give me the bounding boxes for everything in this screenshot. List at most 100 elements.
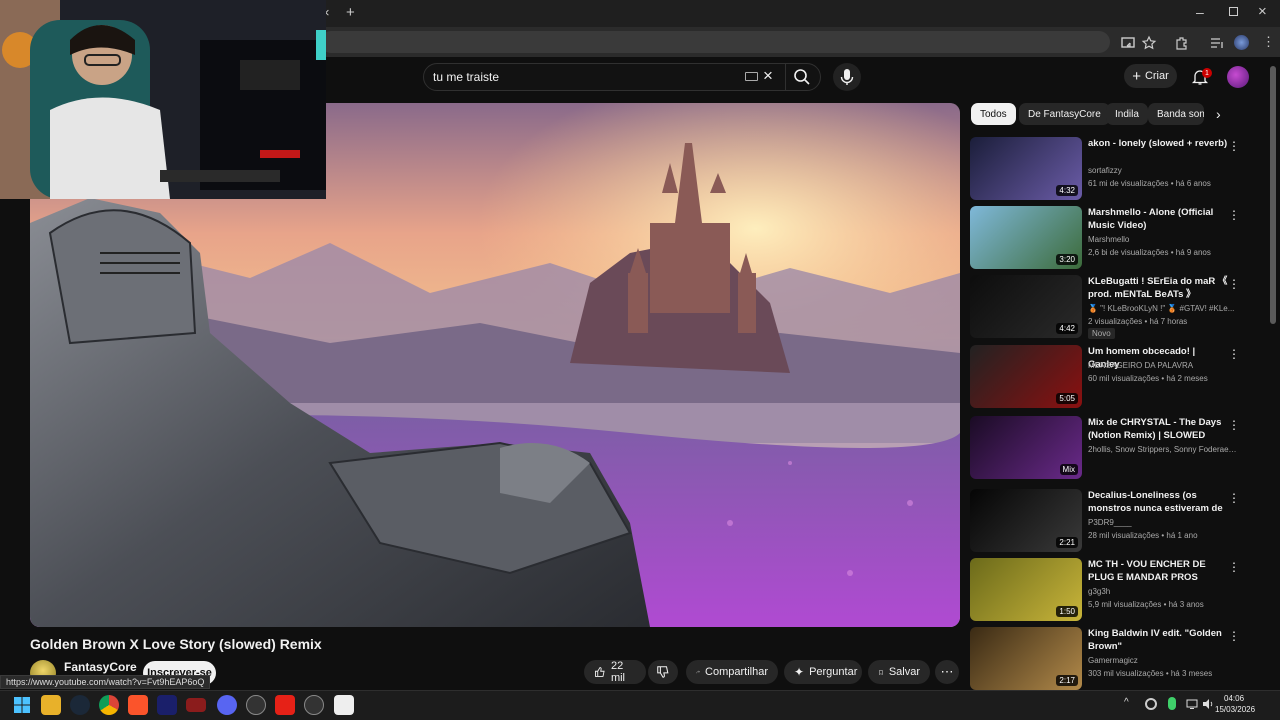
clock-date[interactable]: 15/03/2026 (1215, 705, 1255, 714)
steam-icon[interactable] (70, 695, 90, 715)
clock-time[interactable]: 04:06 (1224, 694, 1244, 703)
more-options-icon[interactable]: ⋮ (1228, 277, 1240, 291)
recommendation-title[interactable]: Decalius-Loneliness (os monstros nunca e… (1088, 489, 1228, 515)
sparkle-icon: ✦ (794, 665, 805, 679)
recommendation-channel[interactable]: Marshmello (1088, 234, 1238, 246)
recommendation-thumbnail[interactable]: 1:50 (970, 558, 1082, 621)
more-options-icon[interactable]: ⋮ (1228, 491, 1240, 505)
chevron-right-icon[interactable]: › (1216, 106, 1221, 122)
duration-badge: 1:50 (1056, 606, 1078, 617)
channel-name[interactable]: FantasyCore (64, 660, 137, 674)
like-button[interactable]: 22 mil (584, 660, 646, 684)
reading-list-icon[interactable] (1209, 35, 1225, 51)
app-r-icon[interactable] (157, 695, 177, 715)
recommendation-item[interactable]: Mix Mix de CHRYSTAL - The Days (Notion Re… (970, 416, 1245, 480)
save-button[interactable]: Salvar (868, 660, 930, 684)
recommendation-title[interactable]: MC TH - VOU ENCHER DE PLUG E MANDAR PROS… (1088, 558, 1228, 584)
recommendation-thumbnail[interactable]: 3:20 (970, 206, 1082, 269)
more-options-icon[interactable]: ⋮ (1228, 629, 1240, 643)
profile-avatar-icon[interactable] (1234, 35, 1249, 50)
ask-label: Perguntar (809, 666, 858, 678)
notion-icon[interactable] (334, 695, 354, 715)
recommendation-thumbnail[interactable]: 2:21 (970, 489, 1082, 552)
more-options-icon[interactable]: ⋮ (1228, 139, 1240, 153)
recommendation-item[interactable]: 4:42 KLeBugatti ! SErEia do maR 《 prod. m… (970, 275, 1245, 339)
recommendation-channel[interactable]: 🥉 "! KLeBrooKLyN !" 🥉 #GTAV! #KLe... (1088, 303, 1238, 315)
bookmark-icon (879, 669, 883, 675)
network-icon[interactable] (1186, 698, 1198, 710)
windows-start-icon[interactable] (12, 695, 32, 715)
volume-icon[interactable] (1202, 698, 1214, 710)
video-title: Golden Brown X Love Story (slowed) Remix (30, 636, 322, 652)
recommendation-title[interactable]: Mix de CHRYSTAL - The Days (Notion Remix… (1088, 416, 1228, 442)
thumbs-up-icon (595, 667, 605, 677)
cast-icon[interactable] (1120, 35, 1136, 51)
youtube-app-icon[interactable] (275, 695, 295, 715)
more-options-icon[interactable]: ⋮ (1228, 418, 1240, 432)
scrollbar-thumb[interactable] (1270, 66, 1276, 324)
recommendation-channel[interactable]: P3DR9____ (1088, 517, 1238, 529)
bookmark-star-icon[interactable] (1141, 35, 1157, 51)
recommendation-title[interactable]: akon - lonely (slowed + reverb) (1088, 137, 1228, 150)
more-options-icon[interactable]: ⋮ (1228, 208, 1240, 222)
browser-menu-icon[interactable]: ⋮ (1262, 34, 1275, 50)
webcam-image (0, 0, 326, 199)
voicemeeter-icon[interactable] (186, 698, 206, 712)
recommendation-channel[interactable]: 2hollis, Snow Strippers, Sonny Foderae o… (1088, 444, 1238, 456)
discord-icon[interactable] (217, 695, 237, 715)
recommendation-title[interactable]: Marshmello - Alone (Official Music Video… (1088, 206, 1228, 232)
chip-from-channel[interactable]: De FantasyCore (1019, 103, 1110, 125)
recommendation-item[interactable]: 3:20 Marshmello - Alone (Official Music V… (970, 206, 1245, 270)
chip-band[interactable]: Banda son (1148, 103, 1204, 125)
tray-chevron-icon[interactable]: ^ (1124, 697, 1129, 708)
recommendation-thumbnail[interactable]: 2:17 (970, 627, 1082, 690)
recommendation-thumbnail[interactable]: Mix (970, 416, 1082, 479)
webcam-overlay (0, 0, 326, 199)
chip-indila[interactable]: Indila (1106, 103, 1148, 125)
recommendation-item[interactable]: 2:17 King Baldwin IV edit. "Golden Brown"… (970, 627, 1245, 691)
recommendation-thumbnail[interactable]: 4:32 (970, 137, 1082, 200)
thumbs-down-icon (657, 666, 669, 678)
recommendation-item[interactable]: 4:32 akon - lonely (slowed + reverb) sorta… (970, 137, 1245, 201)
recommendation-thumbnail[interactable]: 4:42 (970, 275, 1082, 338)
tray-mic-icon[interactable] (1168, 697, 1176, 710)
maximize-icon[interactable] (1229, 7, 1238, 16)
search-input[interactable] (433, 69, 733, 85)
tray-app-icon[interactable] (1145, 698, 1157, 710)
recommendation-title[interactable]: KLeBugatti ! SErEia do maR 《 prod. mENTa… (1088, 275, 1228, 301)
extensions-icon[interactable] (1174, 35, 1190, 51)
recommendation-item[interactable]: 2:21 Decalius-Loneliness (os monstros nun… (970, 489, 1245, 553)
chip-all[interactable]: Todos (971, 103, 1016, 125)
recommendation-thumbnail[interactable]: 5:05 (970, 345, 1082, 408)
obs-icon[interactable] (246, 695, 266, 715)
voice-search-button[interactable] (833, 63, 861, 91)
ask-button[interactable]: ✦ Perguntar (784, 660, 862, 684)
recommendation-channel[interactable]: sortafizzy (1088, 165, 1238, 177)
recommendation-channel[interactable]: g3g3h (1088, 586, 1238, 598)
new-tab-button[interactable]: + (346, 4, 355, 21)
create-button[interactable]: + Criar (1124, 64, 1177, 88)
more-options-icon[interactable]: ⋮ (1228, 347, 1240, 361)
recommendation-channel[interactable]: MENSAGEIRO DA PALAVRA (1088, 360, 1238, 372)
recommendation-item[interactable]: 5:05 Um homem obcecado! | Ganley MENSAGEIR… (970, 345, 1245, 409)
brave-icon[interactable] (128, 695, 148, 715)
more-horizontal-icon: ⋯ (940, 664, 954, 679)
more-options-icon[interactable]: ⋮ (1228, 560, 1240, 574)
minimize-icon[interactable]: – (1196, 4, 1204, 20)
recommendation-channel[interactable]: Gamermagicz (1088, 655, 1238, 667)
address-bar[interactable] (320, 31, 1110, 53)
chrome-icon[interactable] (99, 695, 119, 715)
recommendation-title[interactable]: King Baldwin IV edit. "Golden Brown" (1088, 627, 1228, 653)
dislike-button[interactable] (648, 660, 678, 684)
recommendation-item[interactable]: 1:50 MC TH - VOU ENCHER DE PLUG E MANDAR … (970, 558, 1245, 622)
duration-badge: Mix (1059, 464, 1078, 475)
account-avatar[interactable] (1227, 66, 1249, 88)
obs-second-icon[interactable] (304, 695, 324, 715)
file-explorer-icon[interactable] (41, 695, 61, 715)
search-icon[interactable] (793, 68, 811, 86)
keyboard-icon[interactable] (745, 72, 758, 81)
share-button[interactable]: Compartilhar (686, 660, 778, 684)
window-close-icon[interactable]: × (1258, 3, 1267, 20)
more-actions-button[interactable]: ⋯ (935, 660, 959, 684)
clear-search-icon[interactable]: × (763, 66, 773, 86)
